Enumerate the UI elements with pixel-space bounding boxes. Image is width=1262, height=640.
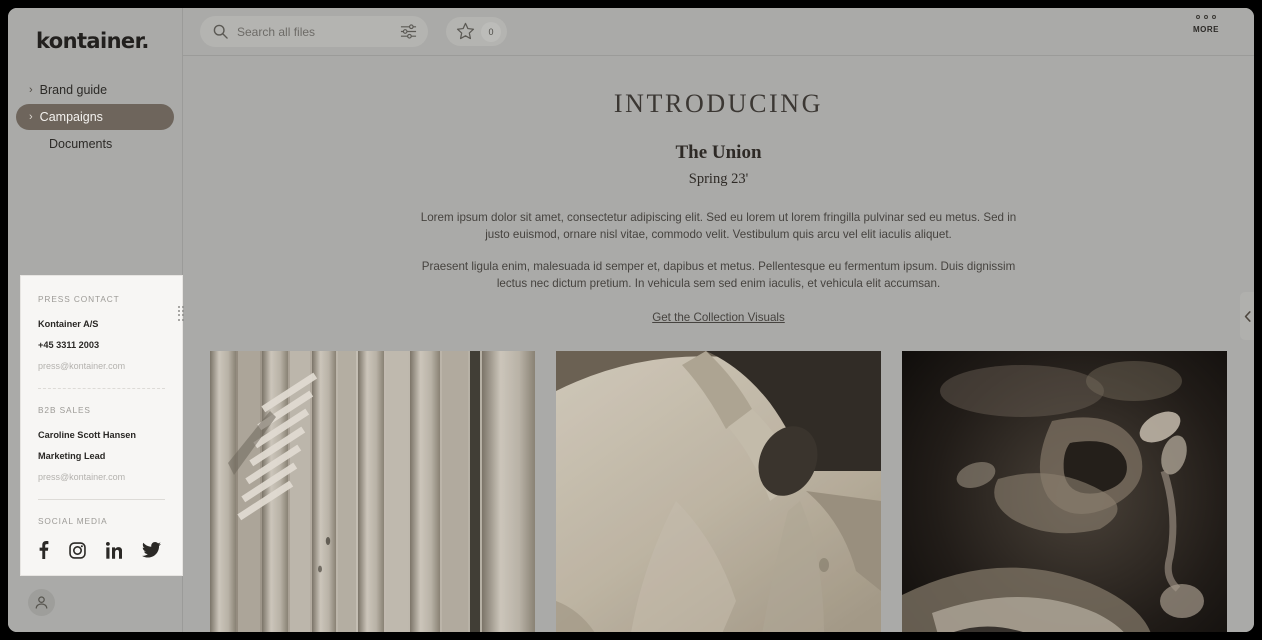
card-divider-dashed: [38, 388, 165, 389]
favorites-button[interactable]: 0: [446, 17, 507, 46]
sales-contact-name: Caroline Scott Hansen: [38, 430, 137, 440]
body-paragraph-1: Lorem ipsum dolor sit amet, consectetur …: [420, 211, 1017, 241]
sidebar-item-campaigns[interactable]: › Campaigns: [16, 104, 174, 130]
image-columns-architecture[interactable]: [210, 351, 535, 632]
top-toolbar: 0 MORE: [183, 8, 1254, 56]
instagram-icon[interactable]: [69, 541, 86, 559]
sidebar: kontainer. › Brand guide › Campaigns Doc…: [8, 8, 186, 632]
user-avatar-button[interactable]: [28, 589, 55, 616]
brand-logo[interactable]: kontainer.: [8, 8, 182, 53]
collection-visuals-link[interactable]: Get the Collection Visuals: [652, 311, 785, 324]
chevron-right-icon: ›: [29, 110, 33, 123]
campaign-content: INTRODUCING The Union Spring 23' Lorem i…: [183, 57, 1254, 632]
body-paragraph-2: Praesent ligula enim, malesuada id sempe…: [421, 260, 1016, 290]
sidebar-resize-grip[interactable]: [178, 306, 186, 324]
press-contact-card: PRESS CONTACT Kontainer A/S +45 3311 200…: [20, 275, 183, 576]
press-contact-heading: PRESS CONTACT: [38, 294, 120, 304]
company-name: Kontainer A/S: [38, 319, 99, 329]
search-box[interactable]: [200, 16, 428, 47]
sidebar-item-label: Documents: [49, 137, 113, 151]
company-phone[interactable]: +45 3311 2003: [38, 340, 165, 350]
image-gallery: [183, 351, 1254, 632]
application-window: kontainer. › Brand guide › Campaigns Doc…: [8, 8, 1254, 632]
collection-season: Spring 23': [688, 171, 749, 187]
person-photo: [556, 351, 881, 632]
columns-photo: [210, 351, 535, 632]
b2b-sales-heading: B2B SALES: [38, 405, 91, 415]
sidebar-item-label: Brand guide: [39, 83, 108, 97]
social-media-links: [38, 541, 165, 559]
sidebar-item-documents[interactable]: Documents: [16, 131, 174, 157]
linkedin-icon[interactable]: [106, 541, 122, 559]
more-button[interactable]: MORE: [1193, 15, 1219, 34]
favorites-count-badge: 0: [481, 21, 501, 42]
filter-sliders-icon[interactable]: [400, 23, 417, 40]
star-icon: [456, 22, 475, 40]
sidebar-item-label: Campaigns: [39, 110, 103, 124]
twitter-icon[interactable]: [142, 542, 161, 558]
card-divider-solid: [38, 499, 165, 500]
user-avatar-icon: [35, 596, 48, 609]
sidebar-item-brand-guide[interactable]: › Brand guide: [16, 77, 174, 103]
press-email[interactable]: press@kontainer.com: [38, 361, 165, 371]
image-dark-still-life[interactable]: [902, 351, 1227, 632]
search-input[interactable]: [237, 24, 400, 39]
collection-title: The Union: [675, 142, 762, 163]
chevron-right-icon: ›: [29, 83, 33, 96]
main-area: 0 MORE INTRODUCING The Union Spring 23' …: [183, 8, 1254, 632]
still-life-photo: [902, 351, 1227, 632]
search-icon: [213, 24, 228, 39]
panel-collapse-toggle[interactable]: [1240, 292, 1254, 340]
chevron-left-icon: [1244, 310, 1251, 322]
social-media-heading: SOCIAL MEDIA: [38, 516, 108, 526]
facebook-icon[interactable]: [38, 541, 49, 559]
eyebrow-heading: INTRODUCING: [613, 89, 824, 118]
more-label: MORE: [1193, 25, 1219, 34]
image-person-shirt[interactable]: [556, 351, 881, 632]
three-dots-icon: [1196, 15, 1216, 19]
sales-contact-role: Marketing Lead: [38, 451, 106, 461]
sidebar-navigation: › Brand guide › Campaigns Documents: [8, 77, 182, 157]
sales-email[interactable]: press@kontainer.com: [38, 472, 165, 482]
